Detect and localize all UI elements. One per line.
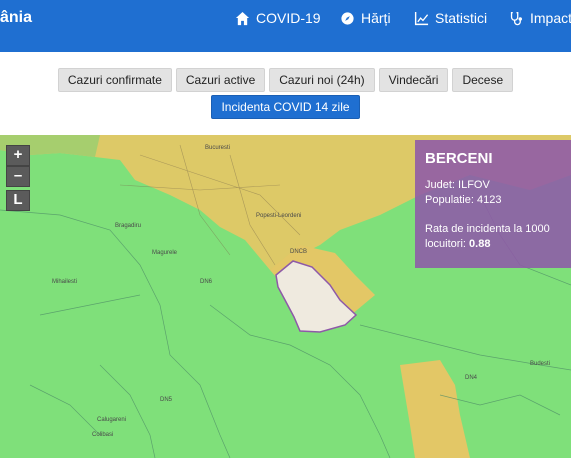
cazuri-active-button[interactable]: Cazuri active (175, 68, 266, 92)
region-title: BERCENI (425, 150, 493, 167)
zoom-out-button[interactable]: – (6, 166, 30, 187)
label-popesti-leordeni: Popesti-Leordeni (256, 213, 302, 219)
label-dncb: DNCB (290, 249, 308, 255)
nav-impact-label: Impact (530, 10, 571, 26)
label-dn6: DN6 (200, 279, 213, 285)
nav-covid19[interactable]: COVID-19 (235, 10, 321, 26)
label-budesti: Budesti (530, 361, 551, 367)
nav-impact[interactable]: Impact (509, 10, 571, 26)
compass-icon (341, 11, 354, 25)
label-magurele: Magurele (152, 250, 178, 256)
label-bragadiru: Bragadiru (115, 223, 142, 229)
label-mihailesti: Mihailesti (52, 279, 78, 285)
region-population: Populatie: 4123 (425, 194, 502, 206)
label-dn4: DN4 (465, 375, 478, 381)
vindecari-button[interactable]: Vindecări (378, 68, 449, 92)
layers-button[interactable]: L (6, 190, 30, 211)
region-county: Judet: ILFOV (425, 179, 490, 191)
incidenta-14-zile-button[interactable]: Incidenta COVID 14 zile (211, 95, 360, 119)
brand-title[interactable]: ânia (0, 9, 32, 27)
label-calugareni: Calugareni (97, 417, 127, 423)
nav-statistici-label: Statistici (435, 10, 488, 26)
home-icon (235, 11, 250, 25)
label-colibasi: Colibasi (92, 432, 114, 438)
decese-button[interactable]: Decese (452, 68, 514, 92)
nav-covid19-label: COVID-19 (256, 10, 321, 26)
region-info-panel: BERCENI Judet: ILFOV Populatie: 4123 Rat… (415, 140, 571, 268)
label-dn5: DN5 (160, 397, 173, 403)
cazuri-noi-button[interactable]: Cazuri noi (24h) (269, 68, 375, 92)
nav-statistici[interactable]: Statistici (414, 10, 487, 26)
incidence-button-row: Incidenta COVID 14 zile (0, 95, 571, 119)
incidence-rate: Rata de incidenta la 1000 locuitori: 0.8… (425, 222, 561, 252)
chart-icon (414, 11, 429, 25)
cazuri-confirmate-button[interactable]: Cazuri confirmate (57, 68, 172, 92)
zoom-in-button[interactable]: + (6, 145, 30, 166)
incidence-rate-value: 0.88 (469, 238, 491, 250)
top-navbar: ânia COVID-19 Hărți Statistici Impact (0, 0, 571, 52)
nav-harti[interactable]: Hărți (340, 10, 391, 26)
nav-harti-label: Hărți (361, 10, 391, 26)
stethoscope-icon (510, 11, 523, 25)
choropleth-map[interactable]: Bucuresti Popesti-Leordeni Bragadiru Mag… (0, 135, 571, 458)
label-bucuresti: Bucuresti (205, 145, 231, 151)
metric-button-row: Cazuri confirmate Cazuri active Cazuri n… (0, 68, 571, 92)
